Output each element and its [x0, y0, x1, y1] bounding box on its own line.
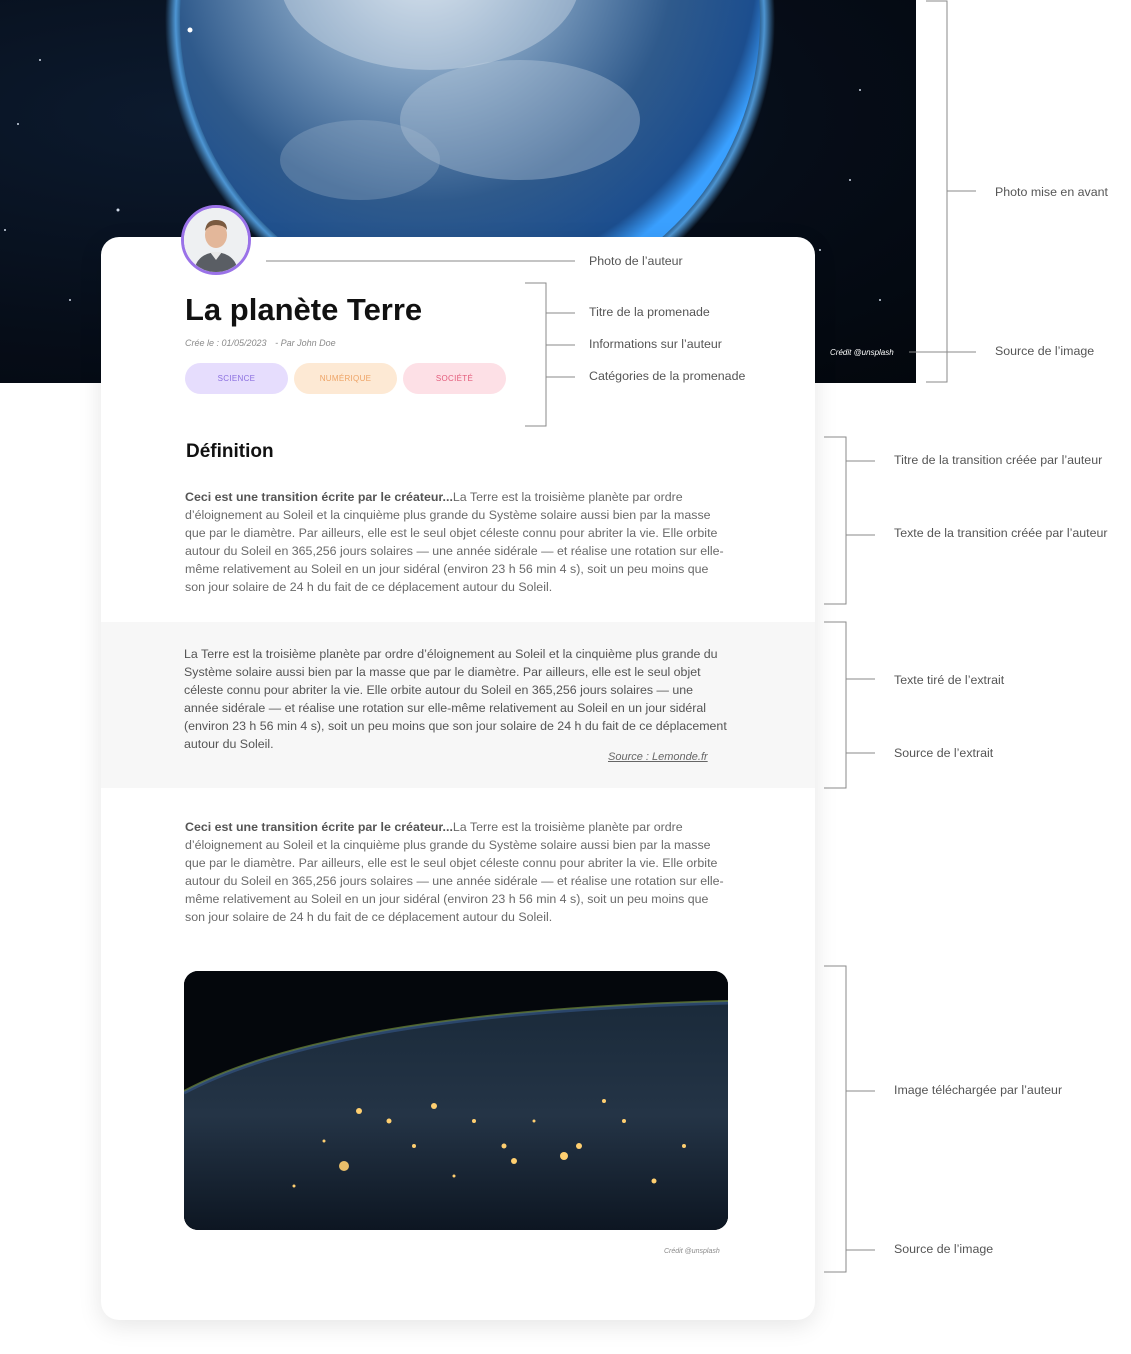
annotation-author-photo: Photo de l’auteur [589, 254, 683, 268]
annotation-image-source: Source de l’image [894, 1242, 994, 1256]
transition-text: Ceci est une transition écrite par le cr… [185, 488, 731, 596]
hero-image-credit: Crédit @unsplash [830, 348, 894, 357]
author-avatar[interactable] [181, 205, 251, 275]
author-name[interactable]: - Par John Doe [275, 338, 336, 348]
annotation-walk-title: Titre de la promenade [589, 305, 710, 319]
transition-text-2: Ceci est une transition écrite par le cr… [185, 818, 731, 926]
annotation-walk-categories: Catégories de la promenade [589, 369, 746, 383]
extract-source-link[interactable]: Source : Lemonde.fr [608, 751, 708, 763]
annotation-author-info: Informations sur l’auteur [589, 337, 722, 351]
transition-body: La Terre est la troisième planète par or… [185, 490, 724, 594]
tag-numerique[interactable]: NUMÉRIQUE [294, 363, 397, 394]
annotation-hero-photo: Photo mise en avant [995, 185, 1108, 199]
annotation-transition-title: Titre de la transition créée par l’auteu… [894, 453, 1103, 467]
extract-text: La Terre est la troisième planète par or… [184, 647, 727, 751]
transition-lead: Ceci est une transition écrite par le cr… [185, 490, 453, 504]
transition-body: La Terre est la troisième planète par or… [185, 820, 724, 924]
annotation-extract-source: Source de l’extrait [894, 746, 994, 760]
annotation-extract-text: Texte tiré de l’extrait [894, 673, 1005, 687]
uploaded-image-credit: Crédit @unsplash [664, 1248, 720, 1255]
annotation-hero-source: Source de l’image [995, 344, 1095, 358]
tag-societe[interactable]: SOCIÉTÉ [403, 363, 506, 394]
earth-at-night-image [184, 971, 728, 1230]
annotation-uploaded-image: Image téléchargée par l’auteur [894, 1083, 1063, 1097]
created-date: Crée le : 01/05/2023 [185, 338, 267, 348]
uploaded-image [184, 971, 728, 1230]
author-portrait-icon [184, 208, 248, 272]
transition-title: Définition [186, 441, 274, 462]
transition-lead: Ceci est une transition écrite par le cr… [185, 820, 453, 834]
tag-science[interactable]: SCIENCE [185, 363, 288, 394]
walk-title: La planète Terre [185, 292, 423, 327]
author-info: Crée le : 01/05/2023 - Par John Doe [185, 338, 342, 348]
annotation-transition-text: Texte de la transition créée par l’auteu… [894, 526, 1108, 540]
